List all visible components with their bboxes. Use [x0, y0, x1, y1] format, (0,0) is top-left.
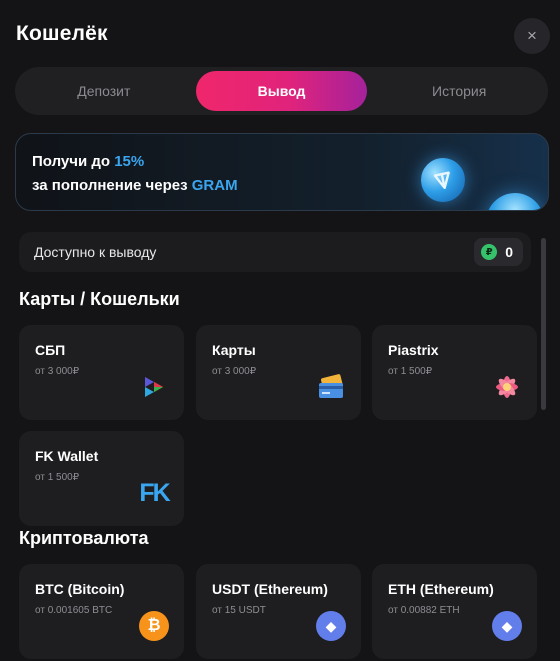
scrollbar[interactable] — [541, 238, 546, 410]
crypto-min: от 0.001605 BTC — [35, 605, 113, 616]
method-min: от 1 500₽ — [388, 366, 433, 377]
method-min: от 3 000₽ — [212, 366, 257, 377]
ethereum-icon: ◆ — [316, 611, 346, 641]
promo-percent: 15% — [114, 153, 145, 170]
method-name: СБП — [35, 342, 66, 358]
ruble-coin-icon: ₽ — [481, 244, 498, 260]
bank-card-icon — [316, 372, 346, 402]
method-name: FK Wallet — [35, 448, 99, 464]
gram-coin-icon — [416, 153, 470, 207]
crypto-name: ETH (Ethereum) — [388, 581, 494, 597]
crypto-card-eth[interactable]: ETH (Ethereum) от 0.00882 ETH ◆ — [372, 564, 537, 659]
ethereum-icon: ◆ — [492, 611, 522, 641]
method-card-fk-wallet[interactable]: FK Wallet от 1 500₽ FK — [19, 431, 184, 526]
crypto-name: USDT (Ethereum) — [212, 581, 328, 597]
promo-banner[interactable]: Получи до 15% за пополнение через GRAM — [15, 133, 549, 211]
promo-line-1: Получи до 15% — [32, 153, 144, 170]
promo-text-2: за пополнение через — [32, 177, 192, 194]
balance-amount: 0 — [505, 244, 513, 260]
crypto-min: от 15 USDT — [212, 605, 266, 616]
crypto-card-usdt[interactable]: USDT (Ethereum) от 15 USDT ◆ — [196, 564, 361, 659]
method-name: Piastrix — [388, 342, 439, 358]
method-name: Карты — [212, 342, 256, 358]
method-card-sbp[interactable]: СБП от 3 000₽ — [19, 325, 184, 420]
tab-bar: Депозит Вывод История — [15, 67, 548, 115]
method-min: от 3 000₽ — [35, 366, 80, 377]
bitcoin-icon: ₿ — [139, 611, 169, 641]
available-balance: Доступно к выводу ₽ 0 — [19, 232, 531, 272]
promo-currency: GRAM — [191, 177, 238, 194]
tab-withdraw[interactable]: Вывод — [195, 71, 368, 111]
crypto-min: от 0.00882 ETH — [388, 605, 460, 616]
method-card-piastrix[interactable]: Piastrix от 1 500₽ — [372, 325, 537, 420]
method-min: от 1 500₽ — [35, 472, 80, 483]
tab-history[interactable]: История — [373, 71, 545, 111]
gram-coin-icon — [486, 193, 544, 210]
crypto-name: BTC (Bitcoin) — [35, 581, 125, 597]
close-icon: × — [527, 26, 537, 45]
method-card-bank-cards[interactable]: Карты от 3 000₽ — [196, 325, 361, 420]
balance-badge: ₽ 0 — [474, 238, 523, 266]
fk-wallet-icon: FK — [139, 478, 170, 507]
crypto-card-btc[interactable]: BTC (Bitcoin) от 0.001605 BTC ₿ — [19, 564, 184, 659]
tab-deposit[interactable]: Депозит — [18, 71, 190, 111]
close-button[interactable]: × — [514, 18, 550, 54]
sbp-icon — [139, 372, 169, 402]
piastrix-flower-icon — [492, 372, 522, 402]
available-label: Доступно к выводу — [34, 244, 157, 260]
promo-text-1: Получи до — [32, 153, 115, 170]
page-title: Кошелёк — [16, 22, 108, 45]
section-title-cards: Карты / Кошельки — [19, 289, 180, 309]
section-title-crypto: Криптовалюта — [19, 528, 149, 548]
promo-line-2: за пополнение через GRAM — [32, 177, 238, 194]
